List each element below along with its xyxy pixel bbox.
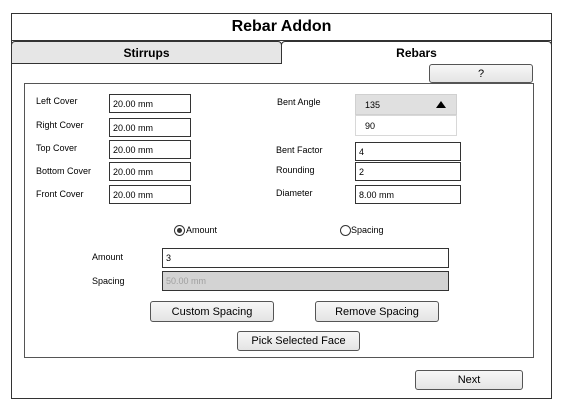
diameter-label: Diameter: [276, 188, 313, 198]
right-cover-label: Right Cover: [36, 120, 84, 130]
spacing-radio[interactable]: Spacing: [340, 224, 400, 236]
amount-radio[interactable]: Amount: [174, 224, 234, 236]
bottom-cover-field[interactable]: 20.00 mm: [109, 162, 191, 181]
spacing-radio-label: Spacing: [351, 225, 384, 235]
radio-checked-icon: [174, 225, 185, 236]
right-cover-field[interactable]: 20.00 mm: [109, 118, 191, 137]
left-cover-label: Left Cover: [36, 96, 78, 106]
tab-divider: [11, 63, 282, 64]
rounding-label: Rounding: [276, 165, 315, 175]
amount-label: Amount: [92, 252, 124, 262]
remove-spacing-button[interactable]: Remove Spacing: [315, 301, 439, 322]
top-cover-field[interactable]: 20.00 mm: [109, 140, 191, 159]
amount-field[interactable]: 3: [162, 248, 449, 268]
radio-unchecked-icon: [340, 225, 351, 236]
diameter-field[interactable]: 8.00 mm: [355, 185, 461, 204]
bent-factor-label: Bent Factor: [276, 145, 323, 155]
bent-angle-option[interactable]: 90: [355, 115, 457, 136]
left-cover-field[interactable]: 20.00 mm: [109, 94, 191, 113]
rebar-settings-panel: [24, 83, 534, 358]
next-button[interactable]: Next: [415, 370, 523, 390]
custom-spacing-button[interactable]: Custom Spacing: [150, 301, 274, 322]
spacing-field: 50.00 mm: [162, 271, 449, 291]
tab-rebars[interactable]: Rebars: [281, 41, 552, 64]
front-cover-label: Front Cover: [36, 189, 84, 199]
pick-selected-face-button[interactable]: Pick Selected Face: [237, 331, 360, 351]
window-title: Rebar Addon: [11, 13, 552, 41]
top-cover-label: Top Cover: [36, 143, 78, 153]
spacing-label: Spacing: [92, 276, 125, 286]
front-cover-field[interactable]: 20.00 mm: [109, 185, 191, 204]
bottom-cover-label: Bottom Cover: [36, 166, 92, 176]
tab-stirrups[interactable]: Stirrups: [11, 41, 282, 64]
help-button[interactable]: ?: [429, 64, 533, 83]
amount-radio-label: Amount: [186, 225, 218, 235]
bent-factor-field[interactable]: 4: [355, 142, 461, 161]
rounding-field[interactable]: 2: [355, 162, 461, 181]
bent-angle-selected: 135: [365, 99, 381, 110]
bent-angle-label: Bent Angle: [277, 97, 321, 107]
bent-angle-dropdown[interactable]: 135: [355, 94, 457, 115]
caret-up-icon: [436, 101, 446, 108]
